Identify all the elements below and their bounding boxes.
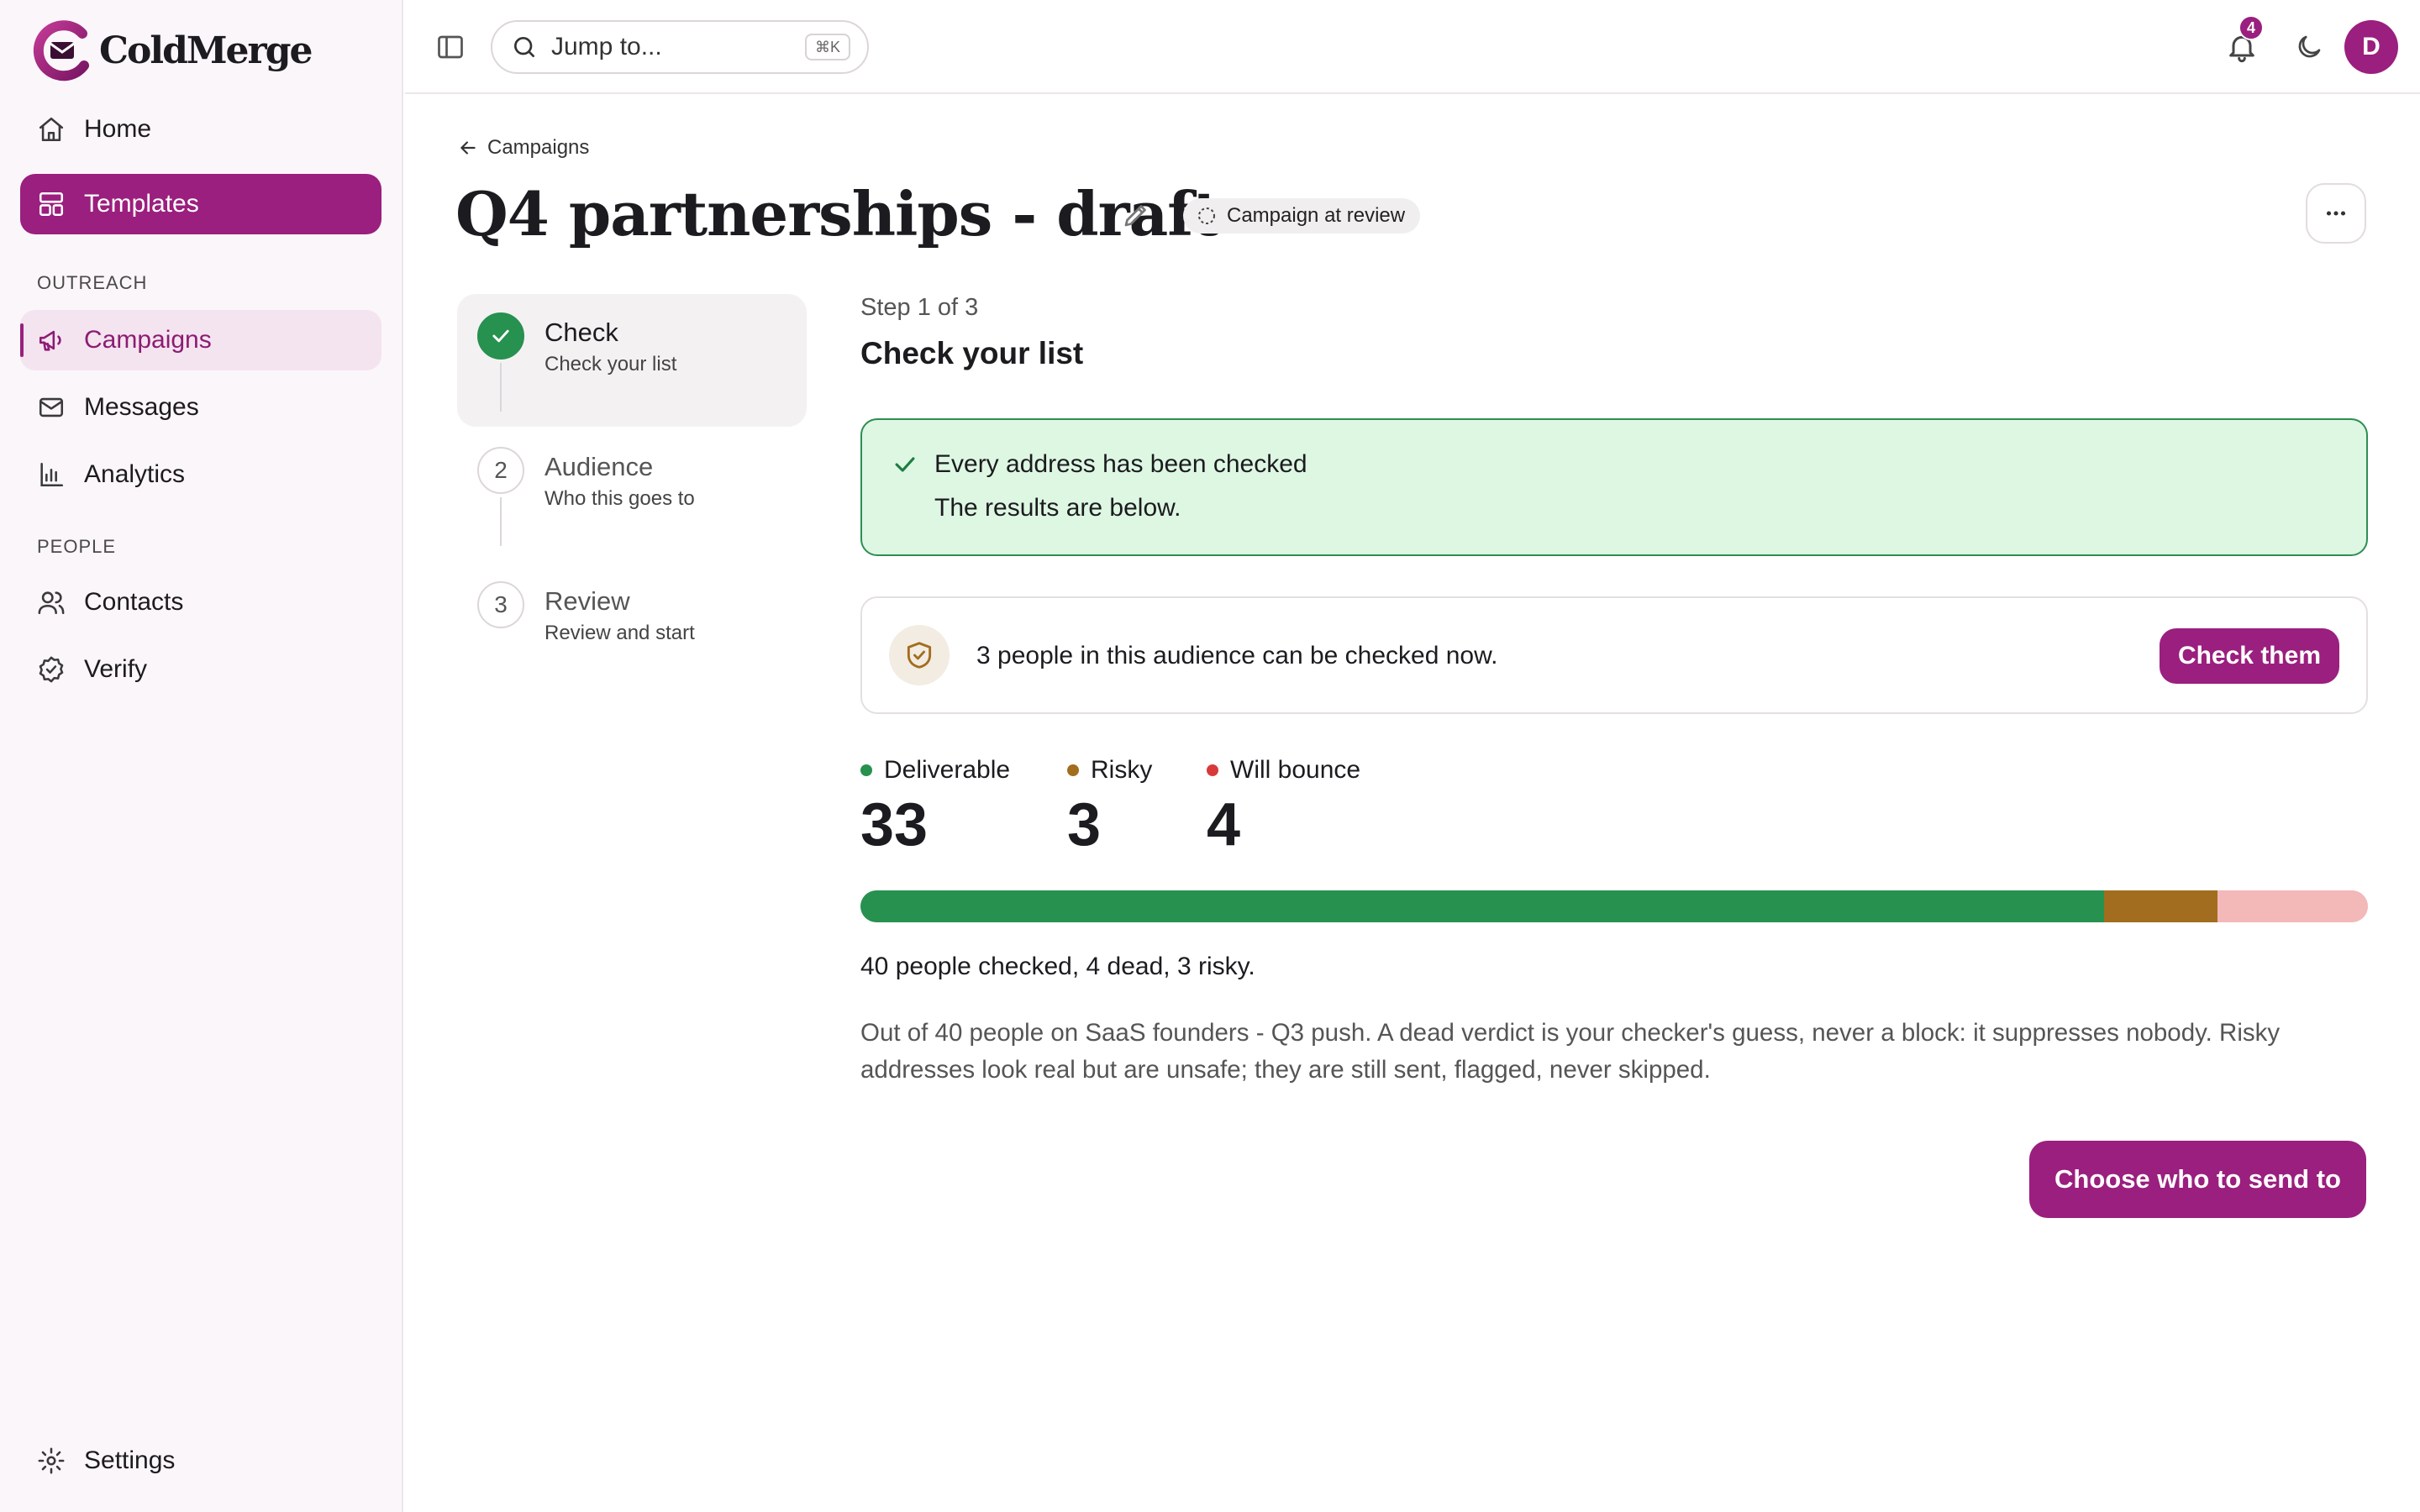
stat-risky: Risky 3 [1067, 756, 1152, 858]
stat-value: 33 [860, 791, 929, 858]
pencil-icon[interactable] [1121, 200, 1151, 230]
step-subtitle: Check your list [544, 353, 677, 375]
sidebar-item-messages[interactable]: Messages [20, 377, 381, 438]
sidebar-item-label: Templates [84, 190, 199, 218]
sidebar-item-label: Messages [84, 393, 199, 421]
step-subtitle: Review and start [544, 622, 695, 644]
sidebar-item-analytics[interactable]: Analytics [20, 444, 381, 505]
main-content: Campaigns Q4 partnerships - draft Campai… [405, 94, 2420, 1512]
step-check[interactable]: Check Check your list [457, 294, 807, 427]
section-label-outreach: OUTREACH [37, 272, 148, 293]
step-number: 3 [477, 581, 524, 628]
step-counter: Step 1 of 3 [860, 294, 979, 321]
sidebar-item-label: Analytics [84, 460, 186, 488]
stat-label: Risky [1091, 756, 1153, 784]
step-number: 2 [477, 447, 524, 494]
user-avatar[interactable]: D [2344, 20, 2398, 74]
step-subtitle: Who this goes to [544, 487, 695, 510]
stat-will-bounce: Will bounce 4 [1207, 756, 1360, 858]
sidebar-item-templates[interactable]: Templates [20, 174, 381, 234]
check-prompt-text: 3 people in this audience can be checked… [976, 642, 1498, 669]
sidebar-item-label: Campaigns [84, 326, 212, 354]
arrow-left-icon [460, 141, 476, 155]
check-icon [895, 457, 915, 472]
shield-check-icon [907, 642, 932, 669]
step-connector [500, 363, 502, 412]
bar-segment-deliverable [860, 890, 2105, 922]
step-review[interactable]: 3 Review Review and start [457, 563, 807, 696]
sidebar-item-contacts[interactable]: Contacts [20, 572, 381, 633]
sidebar-item-verify[interactable]: Verify [20, 639, 381, 700]
bar-chart-icon [40, 462, 64, 487]
check-them-button[interactable]: Check them [2159, 628, 2339, 684]
status-dot [1207, 764, 1218, 776]
check-icon [492, 329, 509, 343]
stat-label-row: Deliverable [860, 756, 1010, 785]
sidebar-item-label: Home [84, 115, 152, 143]
results-bar [860, 890, 2368, 922]
stat-label-row: Risky [1067, 756, 1152, 785]
page-title: Q4 partnerships - draft [455, 178, 1220, 249]
dashed-circle-icon [1198, 207, 1215, 224]
stat-value: 3 [1067, 791, 1102, 858]
mail-icon [39, 397, 64, 417]
more-horizontal-icon [2326, 211, 2346, 216]
search-input[interactable] [551, 33, 803, 61]
search-icon [514, 37, 534, 57]
coldmerge-logo-icon [33, 20, 89, 81]
verification-stats: Deliverable 33 Risky 3 Will bounce 4 [860, 756, 2368, 858]
success-alert: Every address has been checked The resul… [860, 418, 2368, 556]
stat-deliverable: Deliverable 33 [860, 756, 1010, 858]
check-prompt-card: 3 people in this audience can be checked… [860, 596, 2368, 714]
search-box[interactable]: ⌘K [491, 20, 869, 74]
status-label: Campaign at review [1227, 204, 1406, 227]
stat-label-row: Will bounce [1207, 756, 1360, 785]
step-connector [500, 497, 502, 546]
stat-label: Will bounce [1230, 756, 1361, 784]
breadcrumb-back-link[interactable]: Campaigns [457, 136, 589, 160]
step-audience[interactable]: 2 Audience Who this goes to [457, 428, 807, 561]
sidebar-toggle-icon[interactable] [435, 32, 466, 62]
step-title: Check [544, 318, 618, 347]
alert-title: Every address has been checked [934, 450, 1307, 478]
results-summary: 40 people checked, 4 dead, 3 risky. [860, 953, 1255, 980]
app-name: ColdMerge [99, 29, 313, 72]
breadcrumb-label: Campaigns [487, 136, 590, 159]
step-title: Audience [544, 452, 654, 481]
choose-who-to-send-to-button[interactable]: Choose who to send to [2029, 1141, 2366, 1218]
results-description: Out of 40 people on SaaS founders - Q3 p… [860, 1019, 2281, 1084]
alert-subtitle: The results are below. [934, 494, 1181, 522]
sidebar: ColdMerge Home Templates OUTREACH Campai… [0, 0, 403, 1512]
bar-segment-risky [2104, 890, 2217, 922]
sidebar-item-home[interactable]: Home [20, 99, 381, 160]
layout-icon [39, 192, 64, 217]
badge-check-icon [39, 656, 64, 683]
search-shortcut: ⌘K [804, 34, 850, 60]
status-dot [860, 764, 872, 776]
sidebar-item-settings[interactable]: Settings [20, 1431, 381, 1491]
top-bar: ⌘K 4 D [405, 0, 2420, 94]
bar-segment-will-bounce [2217, 890, 2368, 922]
sidebar-item-label: Contacts [84, 588, 184, 616]
step-title: Review [544, 586, 630, 616]
step-status [477, 312, 524, 360]
home-icon [39, 117, 64, 142]
more-options-button[interactable] [2306, 183, 2366, 244]
gear-icon [38, 1447, 65, 1474]
status-badge: Campaign at review [1183, 198, 1421, 234]
status-dot [1067, 764, 1079, 776]
stat-value: 4 [1207, 791, 1241, 858]
notification-badge: 4 [2238, 15, 2264, 40]
moon-icon[interactable] [2294, 32, 2324, 62]
stat-label: Deliverable [884, 756, 1011, 784]
sidebar-item-label: Settings [84, 1446, 176, 1474]
users-icon [38, 591, 65, 615]
app-logo[interactable]: ColdMerge [32, 18, 313, 82]
section-title: Check your list [860, 336, 1084, 370]
megaphone-icon [39, 330, 61, 351]
shield-badge [889, 625, 950, 685]
sidebar-item-label: Verify [84, 655, 148, 683]
sidebar-item-campaigns[interactable]: Campaigns [20, 310, 381, 370]
section-label-people: PEOPLE [37, 536, 117, 557]
